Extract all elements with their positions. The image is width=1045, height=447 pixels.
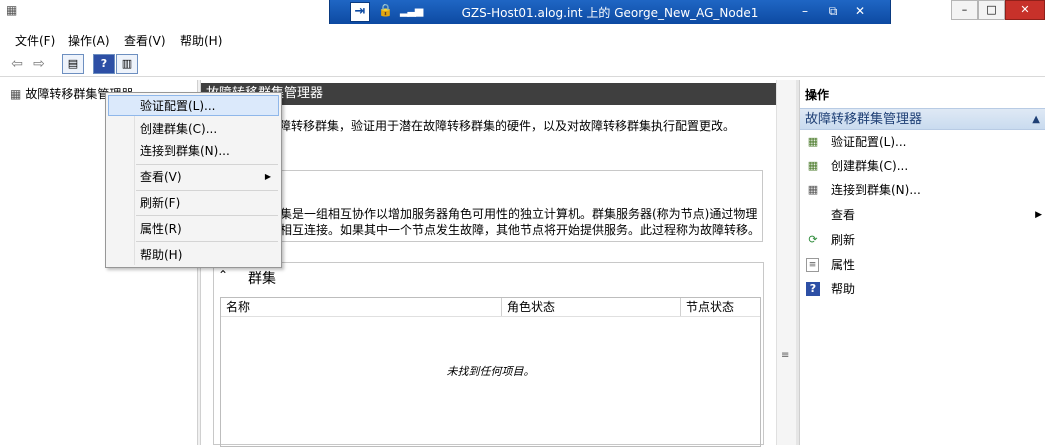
ctx-create-cluster[interactable]: 创建群集(C)... <box>108 118 279 140</box>
ctx-label: 属性(R) <box>140 222 182 236</box>
rdp-minimize-button[interactable]: – <box>795 3 815 19</box>
show-tree-icon[interactable]: ▤ <box>62 54 84 74</box>
menu-separator <box>136 164 278 165</box>
refresh-icon: ⟳ <box>808 233 818 246</box>
cluster-manager-icon: ▦ <box>10 87 22 101</box>
column-header-node-status[interactable]: 节点状态 <box>681 298 761 316</box>
center-header: 故障转移群集管理器 <box>201 83 776 105</box>
close-button[interactable]: ✕ <box>1005 0 1045 20</box>
ctx-label: 连接到群集(N)... <box>140 144 230 158</box>
empty-message: 未找到任何项目。 <box>446 365 535 378</box>
help-icon[interactable]: ? <box>93 54 115 74</box>
clusters-group: ⌃ 群集 名称 角色状态 节点状态 未找到任何项目。 <box>213 262 764 447</box>
action-validate-config[interactable]: ▦ 验证配置(L)... <box>800 131 1045 153</box>
actions-section-header[interactable]: 故障转移群集管理器 ▲ <box>800 108 1045 130</box>
forward-arrow-icon[interactable]: ⇨ <box>30 54 48 74</box>
connect-icon: ▦ <box>807 183 819 196</box>
ctx-view[interactable]: 查看(V) ▶ <box>108 166 279 188</box>
action-refresh[interactable]: ⟳ 刷新 <box>800 229 1045 251</box>
title-bar: ▦ ⇥ 🔒 ▂▃▅ GZS-Host01.alog.int 上的 George_… <box>0 0 1045 24</box>
action-label: 帮助 <box>831 282 856 296</box>
clusters-title: 群集 <box>248 271 276 287</box>
ctx-label: 查看(V) <box>140 170 182 184</box>
menu-separator <box>136 190 278 191</box>
overview-group: 集是一组相互协作以增加服务器角色可用性的独立计算机。群集服务器(称为节点)通过物… <box>213 170 763 242</box>
maximize-button[interactable]: □ <box>978 0 1005 20</box>
app-icon: ▦ <box>6 3 18 17</box>
action-label: 连接到群集(N)... <box>831 183 921 197</box>
ctx-label: 帮助(H) <box>140 248 183 262</box>
menu-help[interactable]: 帮助(H) <box>180 32 222 49</box>
toolbar: ⇦ ⇨ ▤ ? ▥ <box>0 51 1045 77</box>
ctx-properties[interactable]: 属性(R) <box>108 218 279 240</box>
menu-separator <box>136 215 278 216</box>
create-cluster-icon: ▦ <box>807 159 819 172</box>
menu-view[interactable]: 查看(V) <box>124 32 166 49</box>
action-label: 属性 <box>831 258 856 272</box>
center-pane: 故障转移群集管理器 障转移群集，验证用于潜在故障转移群集的硬件，以及对故障转移群… <box>201 80 776 447</box>
column-header-role-status[interactable]: 角色状态 <box>502 298 681 316</box>
action-view[interactable]: 查看 ▶ <box>800 204 1045 226</box>
validate-icon: ▦ <box>807 135 819 148</box>
action-label: 刷新 <box>831 233 856 247</box>
properties-icon: ≡ <box>806 258 819 272</box>
action-create-cluster[interactable]: ▦ 创建群集(C)... <box>800 155 1045 177</box>
back-arrow-icon[interactable]: ⇦ <box>8 54 26 74</box>
menu-separator <box>136 241 278 242</box>
action-label: 验证配置(L)... <box>831 135 907 149</box>
ctx-label: 验证配置(L)... <box>140 99 216 113</box>
actions-section-label: 故障转移群集管理器 <box>805 112 923 127</box>
actions-title: 操作 <box>805 88 830 102</box>
help-icon: ? <box>806 282 820 296</box>
submenu-arrow-icon: ▶ <box>264 172 271 181</box>
collapse-up-icon[interactable]: ▲ <box>1032 109 1040 131</box>
ctx-connect-cluster[interactable]: 连接到群集(N)... <box>108 140 279 162</box>
action-label: 查看 <box>831 208 856 222</box>
remote-connection-bar: ⇥ 🔒 ▂▃▅ GZS-Host01.alog.int 上的 George_Ne… <box>329 0 891 24</box>
header-divider <box>221 316 760 317</box>
collapse-chevron-icon[interactable]: ⌃ <box>218 268 228 282</box>
column-header-name[interactable]: 名称 <box>221 298 502 316</box>
action-help[interactable]: ? 帮助 <box>800 278 1045 300</box>
submenu-arrow-icon: ▶ <box>1035 210 1042 220</box>
center-description: 障转移群集，验证用于潜在故障转移群集的硬件，以及对故障转移群集执行配置更改。 <box>279 119 736 133</box>
show-action-pane-icon[interactable]: ▥ <box>116 54 138 74</box>
actions-pane: 操作 故障转移群集管理器 ▲ ▦ 验证配置(L)... ▦ 创建群集(C)...… <box>799 80 1045 445</box>
menu-bar: 文件(F) 操作(A) 查看(V) 帮助(H) <box>0 29 1045 49</box>
rdp-restore-button[interactable]: ⧉ <box>823 3 843 19</box>
overview-line-1: 集是一组相互协作以增加服务器角色可用性的独立计算机。群集服务器(称为节点)通过物… <box>280 207 758 221</box>
menu-action[interactable]: 操作(A) <box>68 32 110 49</box>
context-menu: 验证配置(L)... 创建群集(C)... 连接到群集(N)... 查看(V) … <box>105 92 282 268</box>
ctx-refresh[interactable]: 刷新(F) <box>108 192 279 214</box>
overview-line-2: 相互连接。如果其中一个节点发生故障，其他节点将开始提供服务。此过程称为故障转移。 <box>280 223 761 237</box>
clusters-table: 名称 角色状态 节点状态 未找到任何项目。 <box>220 297 761 447</box>
center-scrollbar[interactable]: ≡ <box>776 80 796 445</box>
scroll-grip-icon[interactable]: ≡ <box>781 350 789 361</box>
ctx-validate-config[interactable]: 验证配置(L)... <box>108 95 279 117</box>
overview-text: 集是一组相互协作以增加服务器角色可用性的独立计算机。群集服务器(称为节点)通过物… <box>280 206 760 238</box>
action-connect-cluster[interactable]: ▦ 连接到群集(N)... <box>800 179 1045 201</box>
minimize-button[interactable]: – <box>951 0 978 20</box>
ctx-label: 创建群集(C)... <box>140 122 218 136</box>
ctx-help[interactable]: 帮助(H) <box>108 244 279 266</box>
menu-file[interactable]: 文件(F) <box>15 32 55 49</box>
action-properties[interactable]: ≡ 属性 <box>800 254 1045 276</box>
rdp-close-button[interactable]: ✕ <box>850 3 870 19</box>
action-label: 创建群集(C)... <box>831 159 909 173</box>
ctx-label: 刷新(F) <box>140 196 181 210</box>
